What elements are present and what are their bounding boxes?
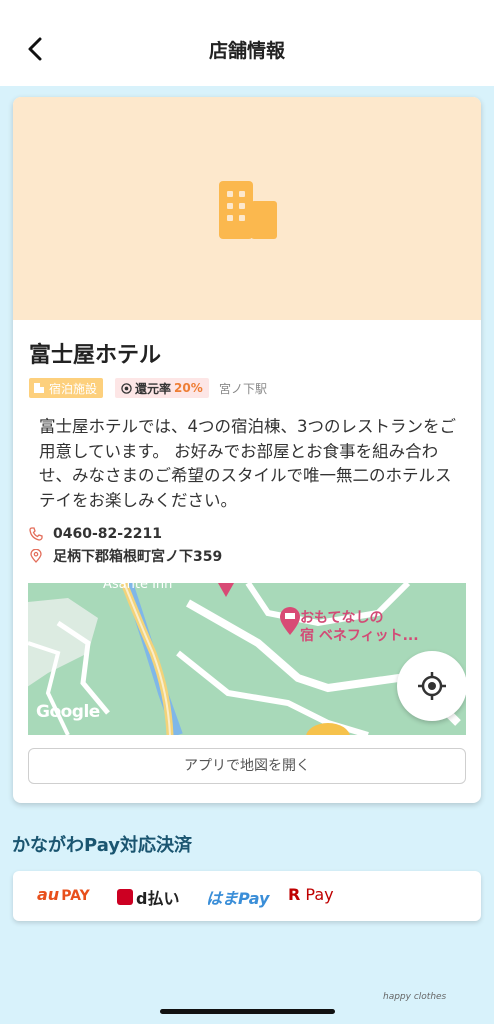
return-rate-label: 還元率 bbox=[135, 381, 172, 396]
hama-pay-logo: はまPay bbox=[206, 889, 270, 908]
phone-number[interactable]: 0460-82-2211 bbox=[53, 526, 162, 542]
open-map-app-button[interactable]: アプリで地図を開く bbox=[28, 748, 466, 784]
building-icon bbox=[219, 181, 277, 239]
page-title: 店舗情報 bbox=[208, 40, 285, 62]
map-poi-top: Asante Inn bbox=[103, 583, 173, 592]
phone-icon bbox=[29, 527, 43, 541]
home-indicator bbox=[160, 1009, 335, 1014]
return-rate-value: 20% bbox=[174, 381, 203, 395]
map-poi-label[interactable]: おもてなしの 宿 ベネフィット... bbox=[300, 609, 419, 645]
au-pay-logo: au PAY bbox=[37, 885, 90, 904]
address-row: 足柄下郡箱根町宮ノ下359 bbox=[29, 546, 222, 566]
target-icon bbox=[121, 382, 132, 394]
location-pin-icon bbox=[30, 549, 42, 563]
shop-card: 富士屋ホテル 宿泊施設 還元率 20% 宮ノ下駅 富士屋ホテルでは、4つの宿泊棟、… bbox=[13, 97, 481, 803]
building-small-icon bbox=[34, 383, 44, 393]
d-pay-icon bbox=[117, 889, 133, 905]
d-pay-logo: d払い bbox=[117, 885, 179, 909]
phone-row[interactable]: 0460-82-2211 bbox=[29, 526, 162, 542]
crosshair-icon bbox=[418, 672, 446, 700]
category-badge: 宿泊施設 bbox=[29, 378, 104, 398]
payment-methods: au PAY d払い はまPay R Pay bbox=[13, 871, 481, 921]
address-text: 足柄下郡箱根町宮ノ下359 bbox=[53, 549, 223, 565]
map-poi-line2: 宿 ベネフィット... bbox=[300, 628, 419, 644]
map-poi-line1: おもてなしの bbox=[300, 610, 384, 626]
shop-description: 富士屋ホテルでは、4つの宿泊棟、3つのレストランをご用意しています。 お好みでお… bbox=[39, 417, 456, 510]
payment-section-title: かながわPay対応決済 bbox=[12, 835, 193, 856]
nearest-station: 宮ノ下駅 bbox=[219, 382, 268, 396]
shop-name: 富士屋ホテル bbox=[29, 343, 162, 368]
google-logo: Google bbox=[36, 702, 100, 722]
watermark: happy clothes bbox=[383, 992, 447, 1002]
category-label: 宿泊施設 bbox=[49, 381, 98, 396]
return-rate-badge: 還元率 20% bbox=[115, 378, 209, 398]
top-bar: 店舗情報 bbox=[0, 0, 494, 86]
shop-image-placeholder bbox=[13, 97, 481, 320]
map-view[interactable]: Asante Inn おもてなしの 宿 ベネフィット... Google bbox=[28, 583, 466, 735]
locate-button[interactable] bbox=[397, 651, 466, 721]
r-pay-logo: R Pay bbox=[288, 885, 334, 904]
